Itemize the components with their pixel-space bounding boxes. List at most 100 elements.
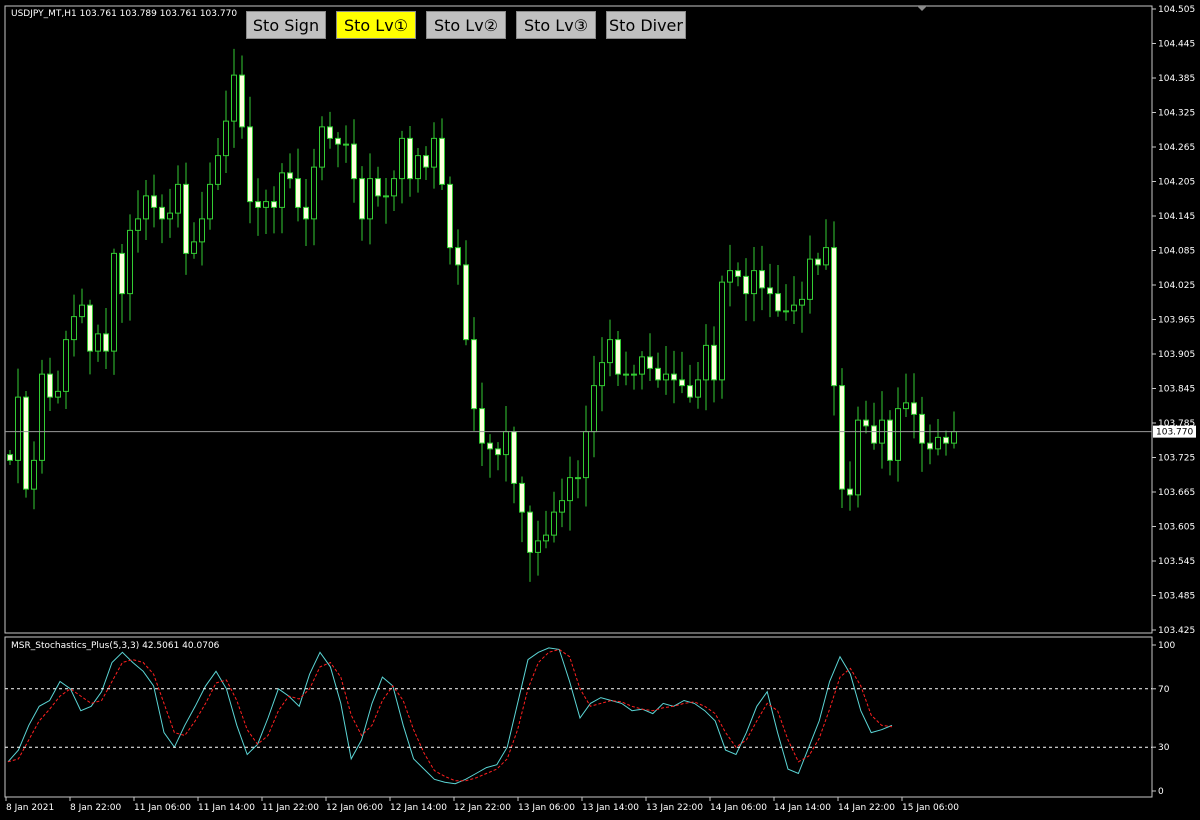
candle-body: [127, 229, 133, 295]
symbol-info: USDJPY_MT,H1 103.761 103.789 103.761 103…: [11, 9, 237, 19]
chart-canvas: 104.505 104.445 104.385 104.325 104.265 104.2…: [0, 0, 1200, 820]
candle-body: [567, 477, 573, 502]
candle-body: [671, 373, 677, 381]
candle-body: [31, 459, 37, 490]
candle-body: [455, 247, 461, 266]
candle-body: [327, 126, 333, 139]
candle-body: [343, 143, 349, 146]
candle-body: [911, 402, 917, 415]
candle-body: [47, 373, 53, 398]
sto-diver-button[interactable]: Sto Diver: [606, 11, 686, 39]
price-tick-label: 104.205: [1158, 178, 1195, 188]
sto-sign-button[interactable]: Sto Sign: [246, 11, 326, 39]
candle-body: [575, 477, 581, 480]
stoch-tick-label: 0: [1158, 787, 1164, 797]
candle-body: [119, 252, 125, 295]
price-tick-label: 103.425: [1158, 626, 1195, 636]
candle-body: [655, 367, 661, 381]
candle-body: [815, 258, 821, 266]
candle-body: [639, 356, 645, 375]
candle-body: [159, 206, 165, 220]
candle-body: [503, 431, 509, 456]
candle-body: [831, 247, 837, 387]
time-tick-label: 8 Jan 22:00: [70, 803, 122, 813]
candle-body: [311, 166, 317, 220]
candle-body: [167, 212, 173, 220]
candle-body: [431, 137, 437, 168]
current-price-label: 103.770: [1156, 428, 1193, 438]
candle-body: [479, 408, 485, 444]
candle-body: [79, 304, 85, 318]
price-tick-label: 104.325: [1158, 109, 1195, 119]
candle-body: [255, 201, 261, 208]
candle-body: [359, 178, 365, 220]
candle-body: [295, 178, 301, 208]
candle-body: [263, 201, 269, 208]
candle-body: [719, 281, 725, 381]
candle-body: [87, 304, 93, 352]
time-tick-label: 15 Jan 06:00: [902, 803, 959, 813]
candle-body: [183, 183, 189, 254]
price-tick-label: 103.965: [1158, 316, 1195, 326]
candle-body: [351, 143, 357, 180]
candle-body: [375, 178, 381, 197]
sto-lv1-button[interactable]: Sto Lv①: [336, 11, 416, 39]
candle-body: [775, 293, 781, 312]
candle-body: [751, 270, 757, 295]
candle-body: [15, 396, 21, 461]
candle-body: [607, 339, 613, 364]
stoch-tick-label: 30: [1158, 743, 1170, 753]
candle-body: [23, 396, 29, 490]
candle-body: [919, 413, 925, 444]
candle-body: [591, 385, 597, 433]
candle-body: [903, 402, 909, 410]
candle-body: [935, 436, 941, 450]
price-tick-label: 104.505: [1158, 5, 1195, 15]
candle-body: [423, 155, 429, 168]
candle-body: [151, 195, 157, 208]
candle-body: [783, 310, 789, 313]
candle-body: [583, 431, 589, 479]
candle-body: [367, 178, 373, 220]
candle-body: [895, 408, 901, 461]
price-tick-label: 104.385: [1158, 74, 1195, 84]
price-tick-label: 103.665: [1158, 488, 1195, 498]
candle-body: [391, 178, 397, 197]
price-tick-label: 104.265: [1158, 143, 1195, 153]
time-tick-label: 13 Jan 14:00: [582, 803, 639, 813]
candle-body: [951, 431, 957, 444]
candle-body: [631, 373, 637, 376]
sto-lv3-button[interactable]: Sto Lv③: [516, 11, 596, 39]
candle-body: [863, 419, 869, 427]
time-tick-label: 12 Jan 22:00: [454, 803, 511, 813]
sto-lv2-button[interactable]: Sto Lv②: [426, 11, 506, 39]
candle-body: [63, 339, 69, 392]
candle-body: [303, 206, 309, 220]
price-tick-label: 104.085: [1158, 247, 1195, 257]
candle-body: [847, 488, 853, 496]
candle-body: [175, 183, 181, 214]
candle-body: [487, 442, 493, 450]
candle-body: [767, 287, 773, 295]
time-tick-label: 13 Jan 22:00: [646, 803, 703, 813]
stoch-tick-label: 100: [1158, 641, 1175, 651]
candle-body: [759, 270, 765, 289]
candle-body: [511, 431, 517, 484]
candle-body: [471, 339, 477, 410]
candle-body: [543, 534, 549, 542]
candle-body: [807, 258, 813, 300]
candle-body: [7, 454, 13, 461]
candle-body: [271, 201, 277, 208]
price-tick-label: 104.025: [1158, 281, 1195, 291]
candle-body: [215, 155, 221, 185]
candle-body: [143, 195, 149, 220]
candle-body: [71, 316, 77, 341]
candle-body: [887, 419, 893, 461]
indicator-info: MSR_Stochastics_Plus(5,3,3) 42.5061 40.0…: [11, 641, 220, 651]
candle-body: [839, 385, 845, 490]
candle-body: [495, 448, 501, 456]
time-tick-label: 14 Jan 22:00: [838, 803, 895, 813]
time-tick-label: 12 Jan 06:00: [326, 803, 383, 813]
candle-body: [191, 241, 197, 254]
price-tick-label: 103.725: [1158, 454, 1195, 464]
